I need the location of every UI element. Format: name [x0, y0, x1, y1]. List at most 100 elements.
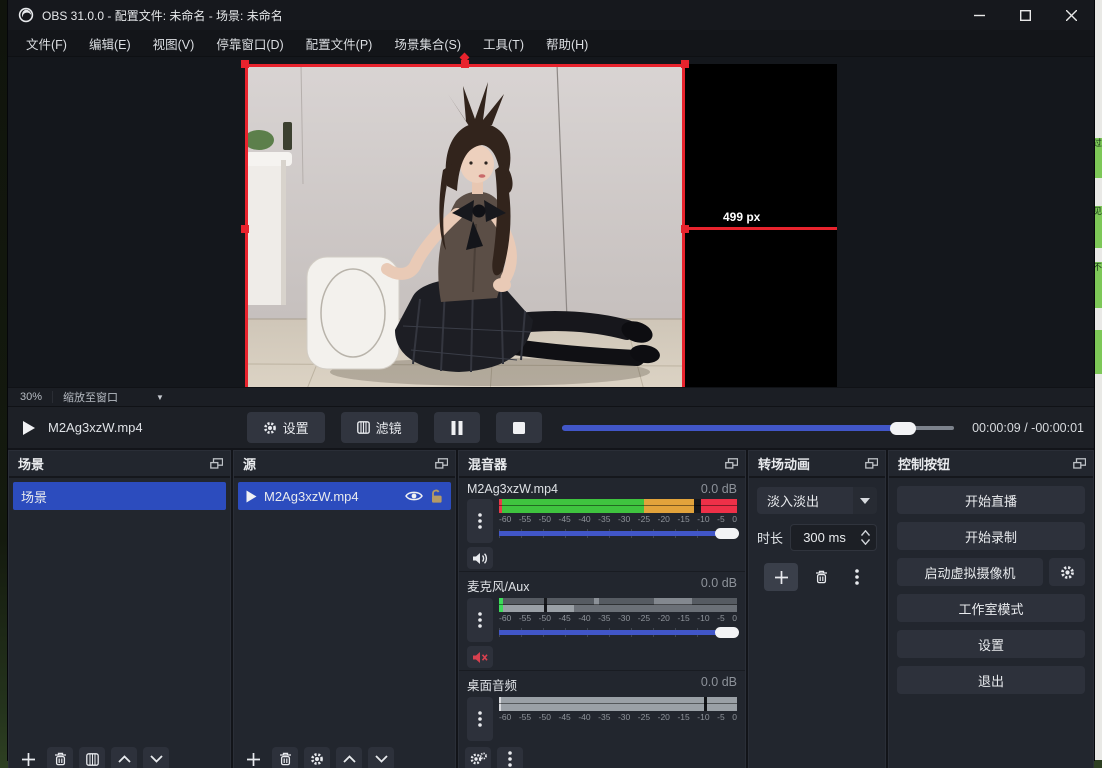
- close-button[interactable]: [1048, 0, 1094, 30]
- preview-area[interactable]: 499 px 13 px 30% 缩放至窗口 ▼: [8, 57, 1094, 406]
- transitions-panel-title: 转场动画: [758, 454, 810, 473]
- maximize-button[interactable]: [1002, 0, 1048, 30]
- popout-icon[interactable]: [865, 458, 878, 469]
- transitions-panel: 转场动画 淡入淡出 时长 300 ms: [748, 450, 886, 768]
- meter-scale-label: -10: [697, 712, 709, 723]
- minimize-button[interactable]: [956, 0, 1002, 30]
- meter-scale-label: -15: [677, 712, 689, 723]
- mic-volume-slider[interactable]: [499, 626, 737, 639]
- popout-icon[interactable]: [725, 458, 738, 469]
- popout-icon[interactable]: [210, 458, 223, 469]
- zoom-mode-select[interactable]: 缩放至窗口: [53, 389, 128, 405]
- controls-panel: 控制按钮 开始直播 开始录制 启动虚拟摄像机 工作室模式 设置 退出: [888, 450, 1094, 768]
- remove-transition-button[interactable]: [808, 565, 834, 589]
- trash-icon: [815, 570, 828, 584]
- channel-mute-button-muted[interactable]: [467, 646, 493, 668]
- scene-move-down-button[interactable]: [143, 747, 169, 768]
- studio-mode-button[interactable]: 工作室模式: [897, 594, 1085, 622]
- chevron-down-icon[interactable]: ▼: [156, 393, 164, 402]
- meter-scale-label: -40: [578, 712, 590, 723]
- menu-item-3[interactable]: 停靠窗口(D): [206, 30, 293, 57]
- transition-select[interactable]: 淡入淡出: [757, 487, 877, 514]
- media-properties-button[interactable]: 设置: [247, 412, 325, 443]
- channel-menu-button[interactable]: [467, 697, 493, 741]
- selection-handle-tc[interactable]: [461, 60, 469, 68]
- media-filters-button[interactable]: 滤镜: [341, 412, 418, 443]
- meter-scale-label: 0: [732, 712, 737, 723]
- meter-scale-label: -15: [677, 613, 689, 624]
- gear-icon: [310, 752, 324, 766]
- filter-icon: [357, 421, 370, 434]
- source-item[interactable]: M2Ag3xzW.mp4: [238, 482, 451, 510]
- menu-item-4[interactable]: 配置文件(P): [296, 30, 383, 57]
- menu-item-1[interactable]: 编辑(E): [79, 30, 141, 57]
- measure-width-label: 499 px: [723, 210, 760, 224]
- spin-up-icon[interactable]: [861, 530, 870, 536]
- exit-button[interactable]: 退出: [897, 666, 1085, 694]
- add-scene-button[interactable]: [15, 747, 41, 768]
- spin-down-icon[interactable]: [861, 539, 870, 545]
- kebab-icon: [478, 612, 482, 628]
- meter-scale-label: -20: [658, 613, 670, 624]
- desktop-green-item: 过: [1093, 138, 1102, 178]
- media-seek-slider[interactable]: [562, 421, 954, 435]
- media-volume-slider[interactable]: [499, 527, 737, 540]
- program-canvas[interactable]: 499 px 13 px: [245, 64, 837, 394]
- add-source-button[interactable]: [240, 747, 266, 768]
- channel-menu-button[interactable]: [467, 598, 493, 642]
- scenes-panel-title: 场景: [18, 454, 44, 473]
- selection-handle-tr[interactable]: [681, 60, 689, 68]
- meter-scale: -60-55-50-45-40-35-30-25-20-15-10-50: [499, 712, 737, 723]
- settings-button[interactable]: 设置: [897, 630, 1085, 658]
- meter-scale-label: -5: [717, 514, 725, 525]
- remove-source-button[interactable]: [272, 747, 298, 768]
- mixer-menu-button[interactable]: [497, 747, 523, 768]
- popout-icon[interactable]: [435, 458, 448, 469]
- scene-item[interactable]: 场景: [13, 482, 226, 510]
- lock-icon[interactable]: [430, 489, 443, 503]
- source-selection-border[interactable]: [245, 64, 685, 394]
- source-move-down-button[interactable]: [368, 747, 394, 768]
- selection-handle-ml[interactable]: [241, 225, 249, 233]
- source-move-up-button[interactable]: [336, 747, 362, 768]
- scene-move-up-button[interactable]: [111, 747, 137, 768]
- advanced-audio-button[interactable]: [465, 747, 491, 768]
- meter-scale-label: -40: [578, 514, 590, 525]
- add-transition-button[interactable]: [764, 563, 798, 591]
- menu-item-2[interactable]: 视图(V): [143, 30, 205, 57]
- menu-item-7[interactable]: 帮助(H): [536, 30, 598, 57]
- start-recording-button[interactable]: 开始录制: [897, 522, 1085, 550]
- virtual-camera-config-button[interactable]: [1049, 558, 1085, 586]
- menu-item-5[interactable]: 场景集合(S): [384, 30, 471, 57]
- scene-filters-button[interactable]: [79, 747, 105, 768]
- seek-thumb[interactable]: [890, 422, 916, 435]
- popout-icon[interactable]: [1073, 458, 1086, 469]
- title-bar[interactable]: OBS 31.0.0 - 配置文件: 未命名 - 场景: 未命名: [8, 0, 1094, 30]
- media-stop-button[interactable]: [496, 412, 542, 443]
- duration-spinner[interactable]: 300 ms: [790, 524, 877, 551]
- channel-mute-button[interactable]: [467, 547, 493, 569]
- selection-handle-tl[interactable]: [241, 60, 249, 68]
- channel-name: M2Ag3xzW.mp4: [467, 482, 558, 496]
- channel-menu-button[interactable]: [467, 499, 493, 543]
- trash-icon: [279, 752, 292, 766]
- scenes-toolbar: [9, 743, 230, 768]
- eye-icon[interactable]: [405, 490, 423, 502]
- zoom-percent[interactable]: 30%: [8, 391, 53, 403]
- mixer-toolbar: [459, 743, 745, 768]
- media-playing-icon: [18, 417, 40, 439]
- media-pause-button[interactable]: [434, 412, 480, 443]
- speaker-icon: [472, 552, 488, 565]
- start-virtual-camera-button[interactable]: 启动虚拟摄像机: [897, 558, 1043, 586]
- source-properties-button[interactable]: [304, 747, 330, 768]
- desktop-volume-meter: [499, 697, 737, 711]
- menu-item-0[interactable]: 文件(F): [16, 30, 77, 57]
- start-streaming-button[interactable]: 开始直播: [897, 486, 1085, 514]
- meter-scale-label: -55: [519, 514, 531, 525]
- transition-menu-button[interactable]: [844, 565, 870, 589]
- window-title: OBS 31.0.0 - 配置文件: 未命名 - 场景: 未命名: [42, 7, 956, 24]
- menu-item-6[interactable]: 工具(T): [473, 30, 534, 57]
- remove-scene-button[interactable]: [47, 747, 73, 768]
- chevron-down-icon[interactable]: [853, 487, 877, 514]
- kebab-icon: [855, 569, 859, 585]
